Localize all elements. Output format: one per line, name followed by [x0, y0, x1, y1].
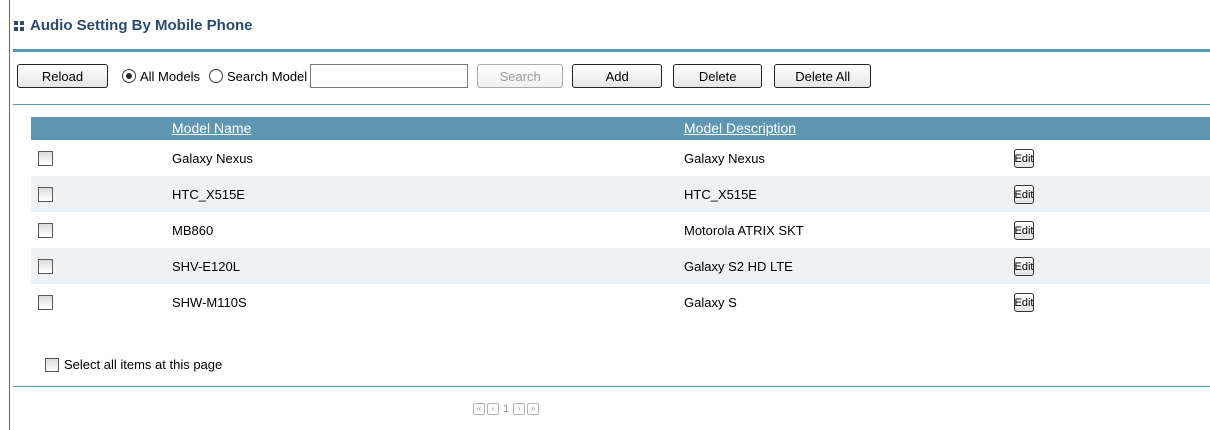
model-description-cell: Galaxy S [684, 295, 737, 310]
edit-button[interactable]: Edit [1014, 149, 1034, 168]
current-page-number[interactable]: 1 [503, 403, 509, 415]
model-table: Model Name Model Description Galaxy Nexu… [31, 117, 1210, 320]
all-models-radio[interactable]: All Models [122, 69, 200, 84]
last-page-icon[interactable]: » [527, 403, 540, 415]
column-header-model-description[interactable]: Model Description [684, 120, 796, 136]
select-all-control[interactable]: Select all items at this page [45, 357, 222, 372]
pagination: « ‹ 1 › » [473, 403, 540, 415]
column-header-model-name[interactable]: Model Name [172, 120, 251, 136]
model-description-cell: Motorola ATRIX SKT [684, 223, 804, 238]
next-page-icon[interactable]: › [513, 403, 526, 415]
panel-left-border [9, 0, 10, 430]
row-checkbox[interactable] [38, 151, 53, 166]
model-description-cell: HTC_X515E [684, 187, 757, 202]
edit-button[interactable]: Edit [1014, 221, 1034, 240]
table-row: MB860 Motorola ATRIX SKT Edit [31, 212, 1210, 248]
toolbar: Reload All Models Search Model Search Ad… [17, 63, 872, 89]
add-button[interactable]: Add [572, 64, 663, 88]
edit-button[interactable]: Edit [1014, 185, 1034, 204]
reload-button[interactable]: Reload [17, 64, 108, 88]
search-model-radio[interactable]: Search Model [208, 68, 308, 84]
title-divider [13, 49, 1210, 52]
edit-button[interactable]: Edit [1014, 293, 1034, 312]
model-name-cell: SHW-M110S [172, 295, 247, 310]
select-all-checkbox[interactable] [45, 357, 59, 372]
model-description-cell: Galaxy S2 HD LTE [684, 259, 793, 274]
radio-unselected-icon[interactable] [208, 69, 223, 83]
model-name-cell: SHV-E120L [172, 259, 240, 274]
delete-button[interactable]: Delete [673, 64, 763, 88]
toolbar-divider [13, 104, 1210, 105]
table-row: HTC_X515E HTC_X515E Edit [31, 176, 1210, 212]
search-model-input[interactable] [310, 64, 469, 88]
page-title: Audio Setting By Mobile Phone [30, 16, 253, 34]
edit-button[interactable]: Edit [1014, 257, 1034, 276]
table-row: SHW-M110S Galaxy S Edit [31, 284, 1210, 320]
radio-selected-icon[interactable] [122, 69, 136, 83]
row-checkbox[interactable] [38, 223, 53, 238]
row-checkbox[interactable] [38, 187, 53, 202]
model-name-cell: Galaxy Nexus [172, 151, 253, 166]
panel-title: Audio Setting By Mobile Phone [14, 14, 253, 36]
all-models-label: All Models [140, 68, 200, 84]
model-description-cell: Galaxy Nexus [684, 151, 765, 166]
row-checkbox[interactable] [38, 295, 53, 310]
table-row: Galaxy Nexus Galaxy Nexus Edit [31, 140, 1210, 176]
footer-divider [13, 386, 1210, 387]
table-header: Model Name Model Description [31, 117, 1210, 140]
search-button[interactable]: Search [477, 64, 564, 88]
search-model-label: Search Model [226, 68, 308, 84]
delete-all-button[interactable]: Delete All [774, 64, 872, 88]
model-name-cell: HTC_X515E [172, 187, 245, 202]
select-all-label: Select all items at this page [64, 357, 223, 372]
grid-icon [14, 20, 24, 31]
table-row: SHV-E120L Galaxy S2 HD LTE Edit [31, 248, 1210, 284]
model-name-cell: MB860 [172, 223, 214, 238]
prev-page-icon[interactable]: ‹ [487, 403, 499, 415]
first-page-icon[interactable]: « [473, 403, 485, 415]
row-checkbox[interactable] [38, 259, 53, 274]
